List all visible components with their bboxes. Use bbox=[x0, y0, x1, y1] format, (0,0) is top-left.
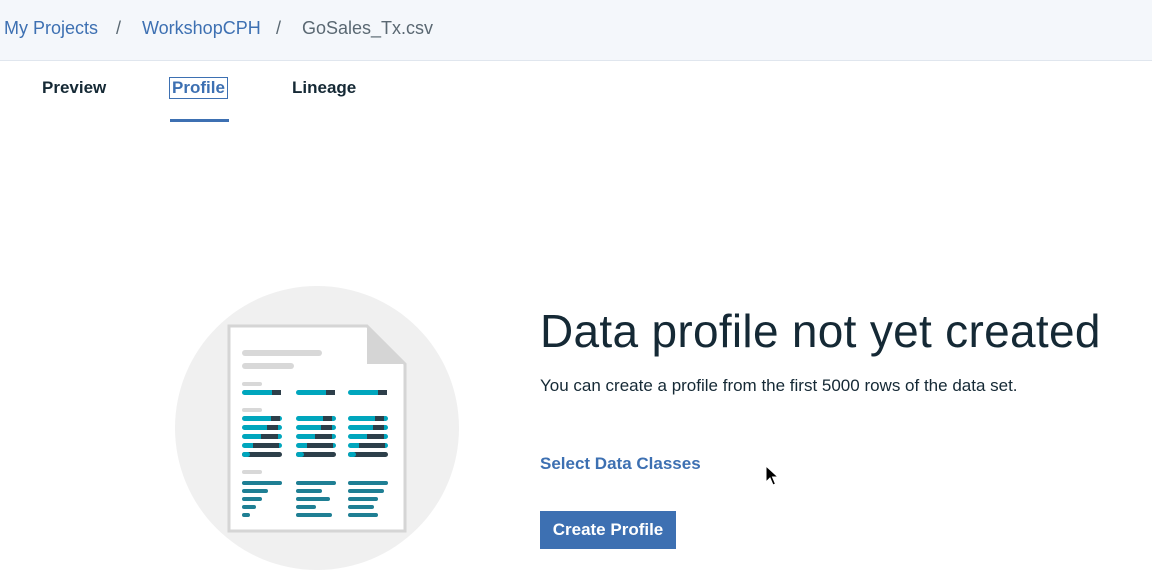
tab-profile[interactable]: Profile bbox=[169, 77, 228, 99]
empty-state-description: You can create a profile from the first … bbox=[540, 376, 1018, 395]
breadcrumb-current-file: GoSales_Tx.csv bbox=[302, 18, 434, 38]
document-table-icon bbox=[175, 286, 459, 570]
active-tab-indicator bbox=[170, 119, 229, 122]
tab-preview[interactable]: Preview bbox=[42, 78, 106, 98]
breadcrumb-bar: My Projects / WorkshopCPH / GoSales_Tx.c… bbox=[0, 0, 1152, 61]
tab-lineage[interactable]: Lineage bbox=[292, 78, 356, 98]
mouse-pointer-icon bbox=[765, 465, 779, 486]
breadcrumb-project[interactable]: WorkshopCPH bbox=[142, 18, 261, 38]
breadcrumb-my-projects[interactable]: My Projects bbox=[4, 18, 98, 38]
create-profile-button[interactable]: Create Profile bbox=[540, 511, 676, 549]
breadcrumb-separator: / bbox=[276, 18, 282, 38]
breadcrumb-separator: / bbox=[116, 18, 122, 38]
empty-state-title: Data profile not yet created bbox=[540, 305, 1101, 357]
select-data-classes-link[interactable]: Select Data Classes bbox=[540, 454, 701, 474]
